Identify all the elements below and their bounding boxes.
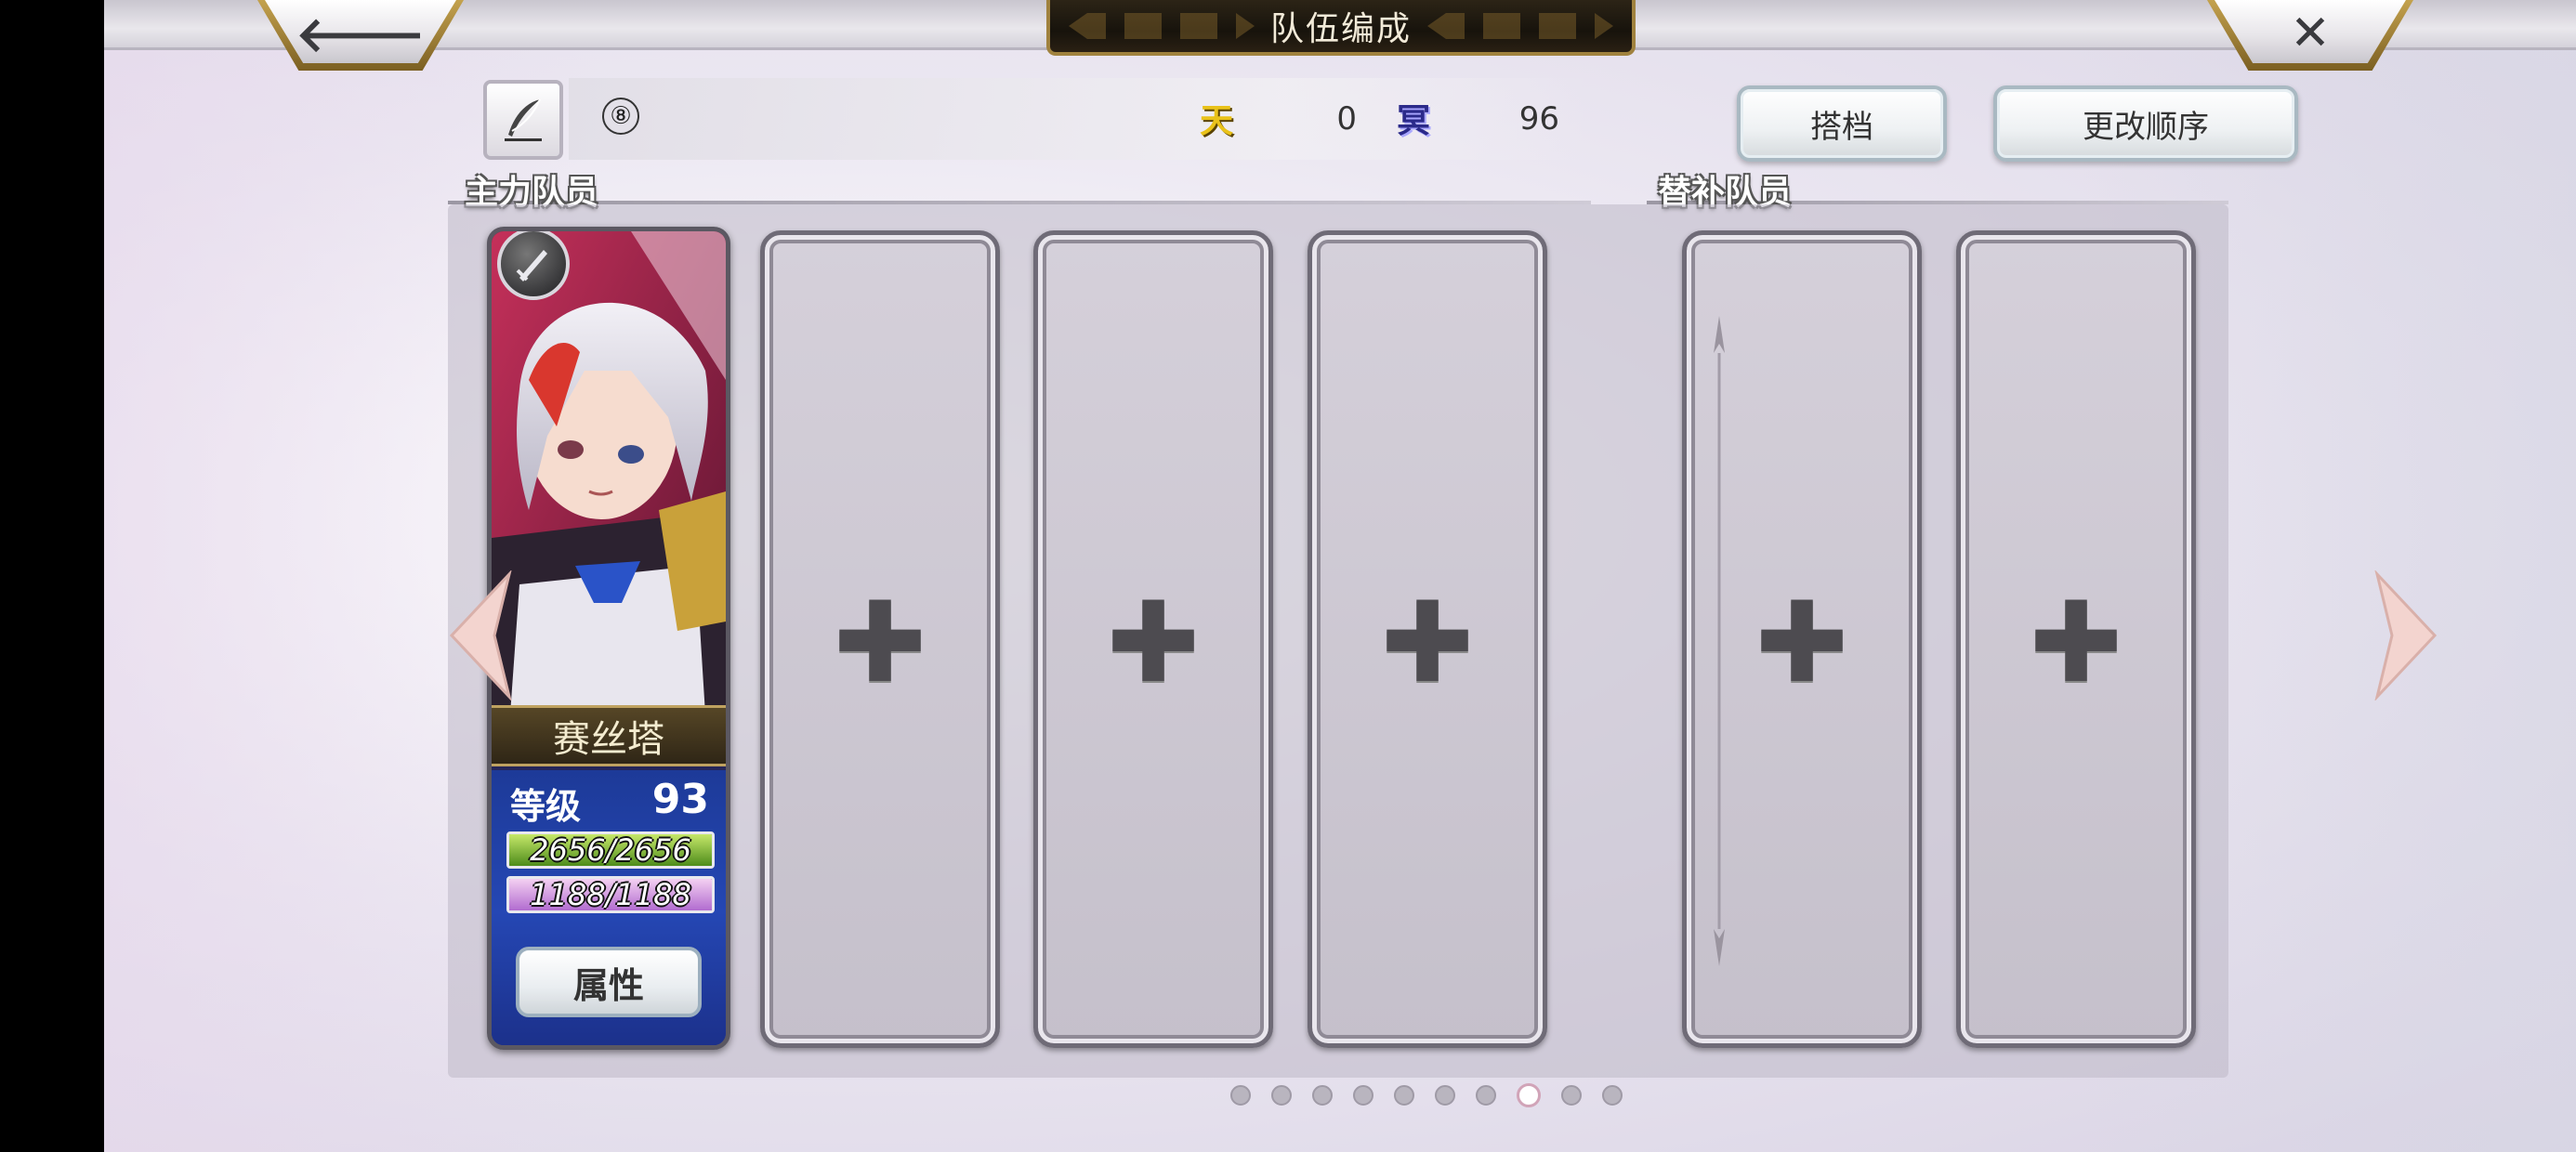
add-member-icon: ✚ xyxy=(1755,579,1849,708)
page-dot-8[interactable] xyxy=(1517,1083,1541,1107)
nether-count: 96 xyxy=(1518,100,1559,137)
heaven-icon: 天 xyxy=(1199,102,1233,140)
hp-bar: 2656/2656 xyxy=(506,831,715,869)
change-order-button[interactable]: 更改顺序 xyxy=(1993,85,2298,162)
title-plate: 队伍编成 xyxy=(1046,0,1636,56)
level-label: 等级 xyxy=(510,786,582,827)
character-stats: 等级 93 2656/2656 1188/1188 属性 xyxy=(492,770,726,1045)
attributes-button[interactable]: 属性 xyxy=(516,947,702,1017)
add-member-icon: ✚ xyxy=(1106,579,1201,708)
character-card[interactable]: 赛丝塔 等级 93 2656/2656 1188/1188 属性 xyxy=(487,227,730,1050)
mp-text: 1188/1188 xyxy=(530,877,691,912)
nether-icon: 冥 xyxy=(1396,102,1430,140)
hp-text: 2656/2656 xyxy=(530,832,691,868)
mp-bar: 1188/1188 xyxy=(506,876,715,913)
page-dot-6[interactable] xyxy=(1435,1085,1455,1106)
add-member-icon: ✚ xyxy=(2029,579,2123,708)
empty-slot-sub-2[interactable]: ✚ xyxy=(1956,230,2196,1048)
close-button[interactable]: ✕ xyxy=(2207,0,2413,71)
previous-team-arrow-icon[interactable] xyxy=(448,570,513,700)
empty-slot-main-3[interactable]: ✚ xyxy=(1033,230,1273,1048)
page-dot-1[interactable] xyxy=(1230,1085,1251,1106)
game-screen: 🡐 队伍编成 ✕ ⑧ 天 0 冥 96 搭档 更改顺序 主力队员 替补队员 ✚ … xyxy=(104,0,2576,1152)
character-portrait xyxy=(492,231,726,714)
add-member-icon: ✚ xyxy=(1380,579,1475,708)
team-divider xyxy=(1714,316,1725,966)
sword-icon xyxy=(497,231,570,300)
page-dot-2[interactable] xyxy=(1271,1085,1292,1106)
page-title: 队伍编成 xyxy=(1269,10,1412,48)
back-button[interactable]: 🡐 xyxy=(257,0,464,71)
next-team-arrow-icon[interactable] xyxy=(2373,570,2438,700)
character-name: 赛丝塔 xyxy=(492,705,726,766)
page-dot-5[interactable] xyxy=(1394,1085,1414,1106)
back-arrow-icon: 🡐 xyxy=(296,7,426,63)
page-dot-7[interactable] xyxy=(1476,1085,1496,1106)
empty-slot-main-4[interactable]: ✚ xyxy=(1308,230,1547,1048)
rename-team-button[interactable] xyxy=(483,80,563,160)
level-value: 93 xyxy=(651,776,709,823)
partner-button[interactable]: 搭档 xyxy=(1737,85,1947,162)
empty-slot-main-2[interactable]: ✚ xyxy=(760,230,1000,1048)
close-icon: ✕ xyxy=(2290,6,2331,61)
add-member-icon: ✚ xyxy=(833,579,927,708)
page-dot-10[interactable] xyxy=(1602,1085,1623,1106)
page-dot-4[interactable] xyxy=(1353,1085,1373,1106)
team-number-badge: ⑧ xyxy=(602,98,639,135)
heaven-count: 0 xyxy=(1336,100,1357,137)
page-dot-9[interactable] xyxy=(1561,1085,1582,1106)
team-pagination xyxy=(1230,1083,1623,1109)
quill-icon xyxy=(505,98,542,141)
page-dot-3[interactable] xyxy=(1312,1085,1333,1106)
team-info-bar xyxy=(569,78,1589,160)
